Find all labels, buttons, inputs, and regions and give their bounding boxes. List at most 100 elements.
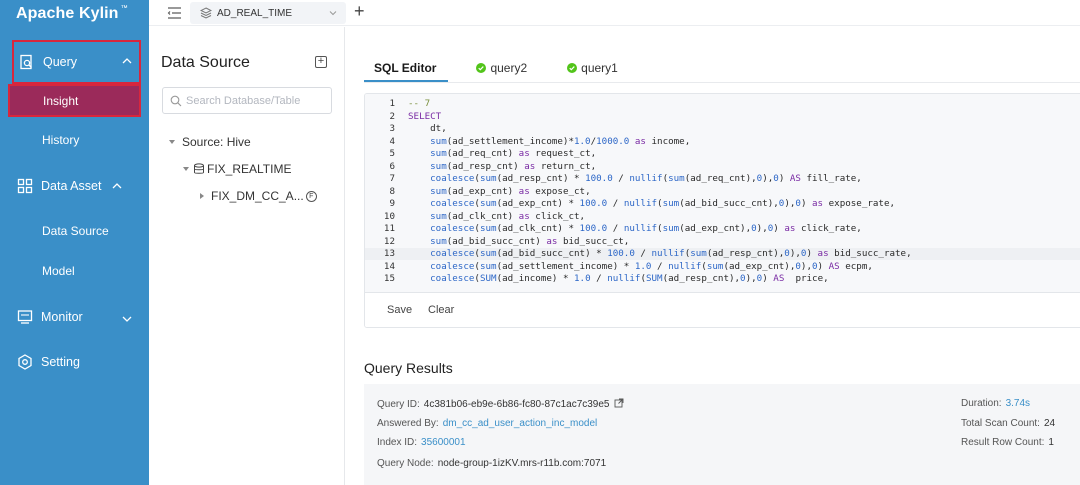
- nav-data-source[interactable]: Data Source: [0, 213, 149, 249]
- nav-data-asset-label: Data Asset: [41, 179, 102, 193]
- nav-history-label: History: [42, 133, 80, 147]
- code-line[interactable]: 5 sum(ad_req_cnt) as request_ct,: [365, 148, 1080, 160]
- add-data-source-button[interactable]: +: [315, 56, 327, 68]
- database-search-box[interactable]: [162, 87, 332, 114]
- code-text: SELECT: [408, 110, 442, 122]
- nav-monitor[interactable]: Monitor: [0, 299, 149, 335]
- line-number: 7: [389, 173, 395, 184]
- line-number: 13: [383, 248, 395, 259]
- code-text: -- 7: [408, 98, 431, 109]
- result-row-count-row: Result Row Count: 1: [961, 437, 1054, 448]
- sql-editor[interactable]: 1 -- 7 2 SELECT 3 dt, 4 sum(ad_settlement_inc…: [365, 94, 1080, 292]
- nav-monitor-label: Monitor: [41, 310, 83, 324]
- success-check-icon: [567, 63, 578, 73]
- code-line[interactable]: 1 -- 7: [365, 98, 1080, 110]
- tree-table-label: FIX_DM_CC_A...: [211, 189, 304, 203]
- tab-sql-editor[interactable]: SQL Editor: [363, 54, 449, 82]
- search-icon: [170, 95, 182, 106]
- nav-setting[interactable]: Setting: [0, 344, 149, 380]
- caret-right-icon: [200, 193, 204, 199]
- clear-button[interactable]: Clear: [428, 304, 454, 316]
- nav-insight-label: Insight: [43, 93, 79, 108]
- line-number: 2: [389, 110, 395, 122]
- tabs-divider: [364, 82, 1080, 83]
- code-text: sum(ad_resp_cnt) as return_ct,: [430, 160, 597, 172]
- duration-row: Duration: 3.74s: [961, 398, 1031, 409]
- chevron-down-icon: [329, 11, 337, 16]
- side-nav: Apache Kylin ™ Query Insight History Data…: [0, 0, 149, 485]
- nav-model[interactable]: Model: [0, 253, 149, 289]
- query-icon: [18, 54, 35, 71]
- project-select[interactable]: AD_REAL_TIME: [190, 2, 346, 24]
- code-text: coalesce(sum(ad_resp_cnt) * 100.0 / null…: [430, 173, 862, 184]
- code-line[interactable]: 6 sum(ad_resp_cnt) as return_ct,: [365, 161, 1080, 173]
- index-id-link[interactable]: 35600001: [421, 437, 466, 448]
- tree-table[interactable]: FIX_DM_CC_A... F: [200, 189, 317, 203]
- sql-editor-container: 1 -- 7 2 SELECT 3 dt, 4 sum(ad_settlement_inc…: [364, 93, 1080, 328]
- code-text: coalesce(sum(ad_settlement_income) * 1.0…: [430, 260, 873, 272]
- fact-table-badge: F: [305, 190, 317, 202]
- tab-query1[interactable]: query1: [567, 54, 618, 82]
- tree-source-hive[interactable]: Source: Hive: [169, 135, 251, 149]
- tab-query2[interactable]: query2: [476, 54, 527, 82]
- main-content: SQL Editor query2 query1 1 -- 7 2 SELECT 3 d…: [345, 27, 1080, 485]
- menu-collapse-icon[interactable]: [167, 6, 182, 20]
- answered-by-model-link[interactable]: dm_cc_ad_user_action_inc_model: [443, 418, 598, 429]
- code-line[interactable]: 15 coalesce(SUM(ad_income) * 1.0 / nulli…: [365, 273, 1080, 285]
- code-line[interactable]: 11 coalesce(sum(ad_clk_cnt) * 100.0 / nu…: [365, 223, 1080, 235]
- line-number: 4: [389, 135, 395, 147]
- editor-tabs: SQL Editor query2 query1: [363, 54, 658, 82]
- project-icon: [200, 7, 212, 19]
- code-line[interactable]: 3 dt,: [365, 123, 1080, 135]
- line-number: 11: [383, 223, 395, 234]
- index-id-row: Index ID: 35600001: [377, 437, 466, 448]
- nav-data-asset[interactable]: Data Asset: [0, 168, 149, 204]
- monitor-icon: [16, 309, 33, 326]
- duration-value: 3.74s: [1005, 398, 1031, 409]
- line-number: 6: [389, 160, 395, 172]
- tab-query2-label: query2: [490, 61, 528, 75]
- code-line[interactable]: 10 sum(ad_clk_cnt) as click_ct,: [365, 211, 1080, 223]
- setting-icon: [16, 354, 33, 371]
- line-number: 10: [383, 210, 395, 222]
- data-source-title: Data Source: [161, 54, 250, 71]
- line-number: 9: [389, 198, 395, 209]
- answered-by-row: Answered By: dm_cc_ad_user_action_inc_mod…: [377, 418, 598, 429]
- code-line[interactable]: 8 sum(ad_exp_cnt) as expose_ct,: [365, 186, 1080, 198]
- success-check-icon: [476, 63, 487, 73]
- caret-down-icon: [183, 167, 189, 171]
- add-project-tab-button[interactable]: +: [354, 2, 370, 21]
- query-node-value: node-group-1izKV.mrs-r11b.com:7071: [437, 458, 607, 469]
- code-text: sum(ad_req_cnt) as request_ct,: [430, 148, 597, 159]
- tree-source-label: Source: Hive: [182, 135, 251, 149]
- chevron-down-icon: [122, 316, 132, 322]
- code-line[interactable]: 14 coalesce(sum(ad_settlement_income) * …: [365, 261, 1080, 273]
- code-line[interactable]: 12 sum(ad_bid_succ_cnt) as bid_succ_ct,: [365, 236, 1080, 248]
- database-search-input[interactable]: [186, 94, 326, 107]
- code-line[interactable]: 7 coalesce(sum(ad_resp_cnt) * 100.0 / nu…: [365, 173, 1080, 185]
- tree-database-label: FIX_REALTIME: [207, 162, 292, 176]
- external-link-icon[interactable]: [614, 398, 624, 408]
- top-bar: AD_REAL_TIME +: [149, 0, 1080, 26]
- code-line[interactable]: 13 coalesce(sum(ad_bid_succ_cnt) * 100.0…: [365, 248, 1080, 260]
- brand-logo[interactable]: Apache Kylin ™: [0, 0, 149, 30]
- data-source-panel: Data Source + Source: Hive FIX_REALTIME …: [149, 27, 345, 485]
- line-number: 15: [383, 273, 395, 284]
- nav-insight[interactable]: Insight: [8, 84, 141, 117]
- chevron-up-icon: [112, 183, 122, 189]
- code-line[interactable]: 2 SELECT: [365, 111, 1080, 123]
- chevron-up-icon: [122, 58, 132, 64]
- code-text: sum(ad_exp_cnt) as expose_ct,: [430, 185, 591, 197]
- nav-query-label: Query: [43, 55, 78, 69]
- nav-history[interactable]: History: [0, 122, 149, 158]
- code-line[interactable]: 4 sum(ad_settlement_income)*1.0/1000.0 a…: [365, 136, 1080, 148]
- code-text: sum(ad_settlement_income)*1.0/1000.0 as …: [430, 135, 691, 147]
- save-button[interactable]: Save: [387, 304, 412, 316]
- code-line[interactable]: 9 coalesce(sum(ad_exp_cnt) * 100.0 / nul…: [365, 198, 1080, 210]
- tree-database[interactable]: FIX_REALTIME: [183, 162, 291, 176]
- nav-model-label: Model: [42, 264, 75, 278]
- line-number: 14: [383, 260, 395, 272]
- code-text: coalesce(sum(ad_bid_succ_cnt) * 100.0 / …: [430, 248, 912, 259]
- nav-query[interactable]: Query: [12, 40, 141, 84]
- nav-data-source-label: Data Source: [42, 224, 109, 238]
